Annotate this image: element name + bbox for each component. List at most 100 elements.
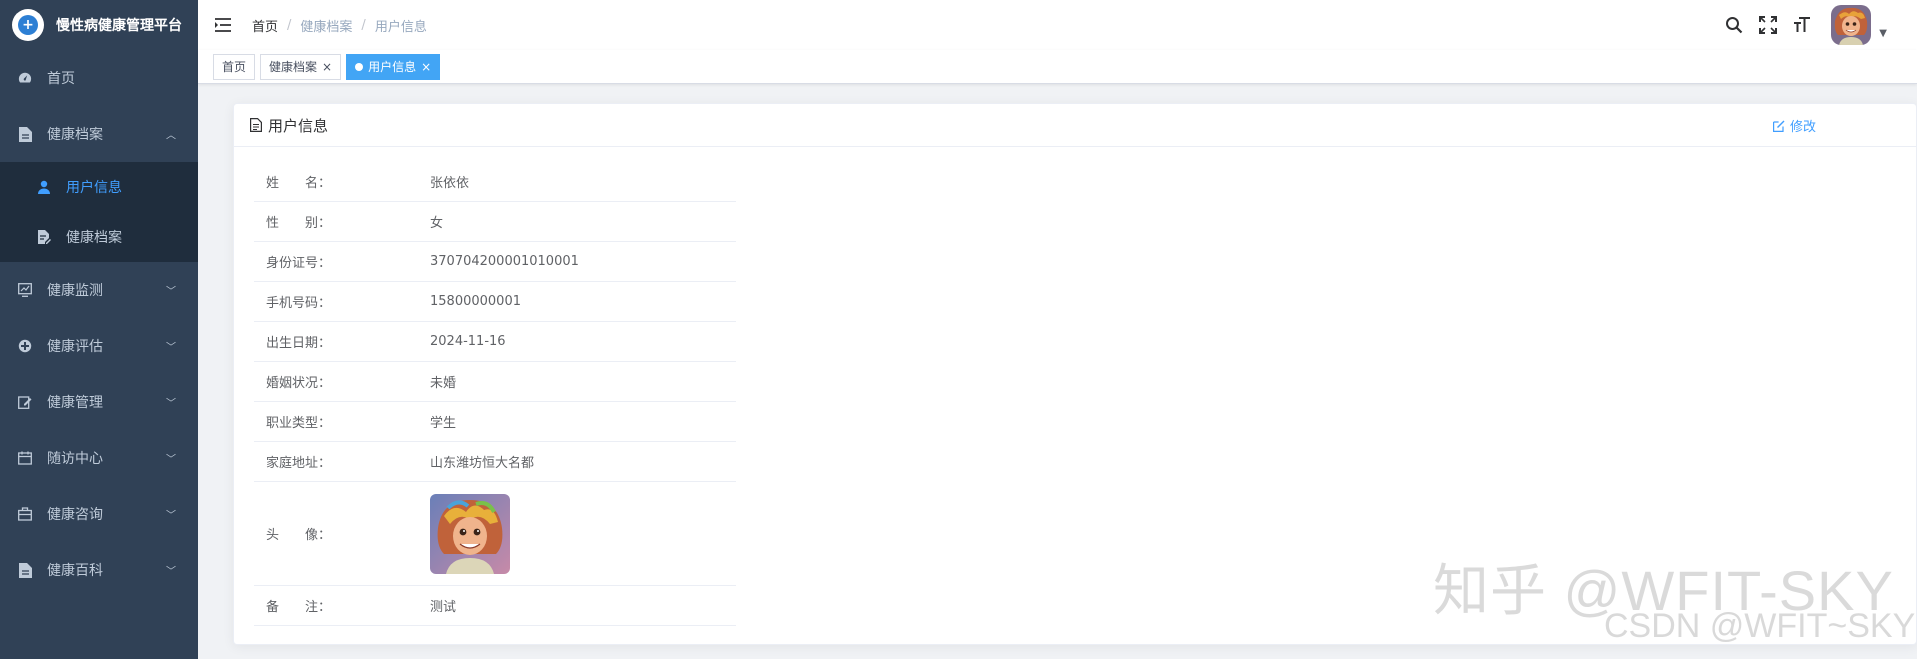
field-row-remark: 备 注： 测试 <box>254 586 736 626</box>
submenu-health-records: 用户信息 健康档案 <box>0 162 198 262</box>
file-edit-icon <box>36 229 52 245</box>
sidebar-item-label: 健康监测 <box>47 283 103 299</box>
document-icon <box>250 118 262 132</box>
active-dot-icon <box>355 62 364 71</box>
field-value: 2024-11-16 <box>430 334 506 349</box>
field-label: 手机号码： <box>266 296 332 311</box>
breadcrumb-separator: / <box>361 17 366 33</box>
briefcase-icon <box>17 506 33 522</box>
field-value: 15800000001 <box>430 294 521 309</box>
sidebar-item-health-assessment[interactable]: 健康评估 ﹀ <box>0 318 198 374</box>
sidebar-item-health-monitoring[interactable]: 健康监测 ﹀ <box>0 262 198 318</box>
chevron-down-icon: ﹀ <box>166 566 176 578</box>
sidebar-item-label: 健康咨询 <box>47 507 103 523</box>
field-value: 测试 <box>430 600 457 615</box>
breadcrumb-health-records[interactable]: 健康档案 <box>300 16 352 35</box>
chevron-down-icon: ﹀ <box>166 342 176 354</box>
field-value: 山东潍坊恒大名都 <box>430 456 535 471</box>
sidebar-item-health-archive[interactable]: 健康档案 <box>0 212 198 262</box>
watermark-csdn: CSDN @WFIT~SKY <box>1604 607 1916 645</box>
logo-icon: + <box>12 9 44 41</box>
field-label: 职业类型： <box>266 416 332 431</box>
field-row-gender: 性 别： 女 <box>254 202 736 242</box>
sidebar-item-label: 健康百科 <box>47 563 103 579</box>
sidebar-item-label: 健康评估 <box>47 339 103 355</box>
edit-label: 修改 <box>1789 120 1816 135</box>
fullscreen-icon <box>1759 16 1778 34</box>
tag-health-records[interactable]: 健康档案 × <box>260 53 342 80</box>
user-avatar[interactable] <box>1831 5 1872 45</box>
tag-label: 健康档案 <box>269 60 318 74</box>
sidebar-item-follow-up[interactable]: 随访中心 ﹀ <box>0 430 198 486</box>
document-icon <box>17 126 33 142</box>
logo[interactable]: + 慢性病健康管理平台 <box>0 0 198 50</box>
field-label: 备 注： <box>266 600 332 615</box>
field-row-phone: 手机号码： 15800000001 <box>254 282 736 322</box>
search-button[interactable] <box>1717 0 1751 50</box>
field-value: 未婚 <box>430 376 457 391</box>
user-icon <box>36 179 52 195</box>
navbar: 首页 / 健康档案 / 用户信息 ▼ <box>198 0 1917 50</box>
field-label: 性 别： <box>266 216 332 231</box>
card-title: 用户信息 <box>268 116 329 135</box>
field-row-occupation: 职业类型： 学生 <box>254 402 736 442</box>
sidebar-item-label: 健康管理 <box>47 395 103 411</box>
field-label: 头 像： <box>266 528 332 543</box>
tag-user-info[interactable]: 用户信息 × <box>346 53 441 80</box>
sidebar-item-consultation[interactable]: 健康咨询 ﹀ <box>0 486 198 542</box>
search-icon <box>1726 17 1743 34</box>
tags-view: 首页 健康档案 × 用户信息 × <box>198 50 1917 84</box>
chevron-down-icon: ﹀ <box>166 286 176 298</box>
assessment-icon <box>17 338 33 354</box>
sidebar-item-user-info[interactable]: 用户信息 <box>0 162 198 212</box>
hamburger-button[interactable] <box>198 0 248 50</box>
font-size-button[interactable] <box>1785 0 1819 50</box>
tag-label: 首页 <box>222 60 247 74</box>
sidebar-item-label: 健康档案 <box>47 127 103 143</box>
close-icon[interactable]: × <box>322 61 332 73</box>
field-label: 身份证号： <box>266 256 332 271</box>
calendar-icon <box>17 450 33 466</box>
field-label: 婚姻状况： <box>266 376 332 391</box>
info-table: 姓 名： 张依依 性 别： 女 身份证号： 370704200001010001… <box>254 162 736 626</box>
dashboard-icon <box>17 70 33 86</box>
field-row-name: 姓 名： 张依依 <box>254 162 736 202</box>
chevron-up-icon: ︿ <box>166 130 176 142</box>
sidebar: + 慢性病健康管理平台 首页 健康档案 ︿ 用户信息 健康档案 健康监测 ﹀ 健… <box>0 0 198 659</box>
card-header: 用户信息 修改 <box>234 104 1916 147</box>
sidebar-item-health-records[interactable]: 健康档案 ︿ <box>0 106 198 162</box>
field-label: 出生日期： <box>266 336 332 351</box>
manage-icon <box>17 394 33 410</box>
edit-icon <box>1772 120 1785 132</box>
breadcrumb-separator: / <box>287 17 292 33</box>
breadcrumb: 首页 / 健康档案 / 用户信息 <box>252 16 427 35</box>
chevron-down-icon: ﹀ <box>166 510 176 522</box>
sidebar-item-encyclopedia[interactable]: 健康百科 ﹀ <box>0 542 198 598</box>
sidebar-item-label: 用户信息 <box>66 180 122 196</box>
field-row-marital-status: 婚姻状况： 未婚 <box>254 362 736 402</box>
sidebar-item-label: 首页 <box>47 71 75 87</box>
field-value: 张依依 <box>430 176 470 191</box>
edit-button[interactable]: 修改 <box>1772 104 1816 147</box>
sidebar-item-health-management[interactable]: 健康管理 ﹀ <box>0 374 198 430</box>
close-icon[interactable]: × <box>421 61 431 73</box>
field-row-avatar: 头 像： <box>254 482 736 586</box>
menu-fold-icon <box>215 18 231 32</box>
breadcrumb-home[interactable]: 首页 <box>252 16 278 35</box>
caret-down-icon[interactable]: ▼ <box>1879 28 1887 39</box>
font-size-icon <box>1794 17 1811 32</box>
field-row-id-number: 身份证号： 370704200001010001 <box>254 242 736 282</box>
field-value: 学生 <box>430 416 457 431</box>
field-label: 家庭地址： <box>266 456 332 471</box>
tag-label: 用户信息 <box>368 60 417 74</box>
sidebar-item-label: 健康档案 <box>66 230 122 246</box>
field-value: 370704200001010001 <box>430 254 579 269</box>
encyclopedia-icon <box>17 562 33 578</box>
sidebar-item-home[interactable]: 首页 <box>0 50 198 106</box>
chevron-down-icon: ﹀ <box>166 398 176 410</box>
profile-avatar-image <box>430 493 510 574</box>
tag-home[interactable]: 首页 <box>213 53 256 80</box>
fullscreen-button[interactable] <box>1751 0 1785 50</box>
right-menu: ▼ <box>1717 0 1917 50</box>
chevron-down-icon: ﹀ <box>166 454 176 466</box>
